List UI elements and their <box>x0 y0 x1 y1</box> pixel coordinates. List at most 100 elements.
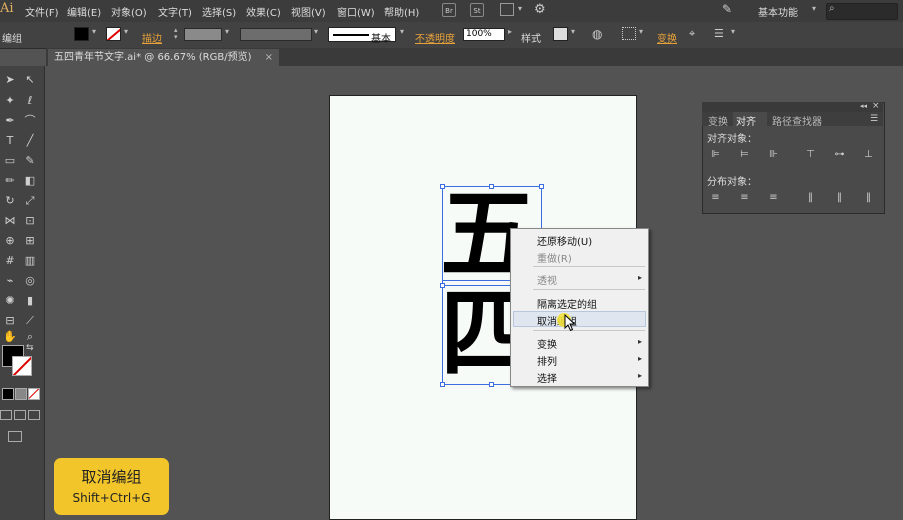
fill-color-swatch[interactable] <box>74 27 89 41</box>
graph-tool-icon[interactable]: ▮ <box>22 294 38 308</box>
align-right-icon[interactable]: ⊪ <box>767 148 780 161</box>
artboard-tool-icon[interactable]: ⊟ <box>2 314 18 328</box>
free-transform-tool-icon[interactable]: ⊡ <box>22 214 38 228</box>
draw-behind-icon[interactable] <box>14 410 26 420</box>
lasso-tool-icon[interactable]: ℓ <box>22 94 38 108</box>
hand-tool-icon[interactable]: ✋ <box>2 330 18 344</box>
rectangle-tool-icon[interactable]: ▭ <box>2 154 18 168</box>
panel-options-icon[interactable]: ☰ <box>714 27 724 40</box>
menu-file[interactable]: 文件(F) <box>25 4 59 19</box>
stroke-label[interactable]: 描边 <box>142 30 162 45</box>
line-tool-icon[interactable]: ╱ <box>22 134 38 148</box>
align-vertical-center-icon[interactable]: ⊶ <box>833 148 846 161</box>
stroke-color-swatch[interactable] <box>106 27 121 41</box>
magic-wand-tool-icon[interactable]: ✦ <box>2 94 18 108</box>
panel-tab-align[interactable]: 对齐 <box>736 113 756 128</box>
distribute-horizontal-center-icon[interactable]: ‖ <box>833 191 846 204</box>
menu-help[interactable]: 帮助(H) <box>384 4 419 19</box>
menu-window[interactable]: 窗口(W) <box>337 4 375 19</box>
menu-item-transform[interactable]: 变换 <box>537 336 557 351</box>
align-to-icon[interactable] <box>622 27 636 40</box>
transform-link[interactable]: 变换 <box>657 30 677 45</box>
eraser-tool-icon[interactable]: ◧ <box>22 174 38 188</box>
align-left-icon[interactable]: ⊫ <box>709 148 722 161</box>
resize-handle-top-left[interactable] <box>440 184 445 189</box>
align-bottom-icon[interactable]: ⊥ <box>862 148 875 161</box>
chevron-down-icon[interactable]: ▾ <box>92 27 96 36</box>
menu-view[interactable]: 视图(V) <box>291 4 326 19</box>
resize-handle-bottom-left[interactable] <box>440 382 445 387</box>
type-tool-icon[interactable]: T <box>2 134 18 148</box>
chevron-down-icon[interactable]: ▾ <box>639 27 643 36</box>
blend-tool-icon[interactable]: ◎ <box>22 274 38 288</box>
collapse-panel-icon[interactable]: ◂◂ <box>860 102 867 110</box>
align-top-icon[interactable]: ⊤ <box>804 148 817 161</box>
chevron-down-icon[interactable]: ▾ <box>225 27 229 36</box>
opacity-label[interactable]: 不透明度 <box>415 30 455 45</box>
eyedropper-tool-icon[interactable]: ⌁ <box>2 274 18 288</box>
chevron-down-icon[interactable]: ▾ <box>731 27 735 36</box>
screen-mode-icon[interactable] <box>8 431 22 442</box>
gpu-performance-icon[interactable]: ⚙ <box>534 2 546 17</box>
distribute-right-icon[interactable]: ‖ <box>862 191 875 204</box>
pen-tool-icon[interactable]: ✒ <box>2 114 18 128</box>
panel-tab-pathfinder[interactable]: 路径查找器 <box>772 113 822 128</box>
menu-edit[interactable]: 编辑(E) <box>67 4 101 19</box>
isolate-group-icon[interactable]: ⌖ <box>689 27 695 41</box>
align-horizontal-center-icon[interactable]: ⊨ <box>738 148 751 161</box>
chevron-down-icon[interactable]: ▾ <box>571 27 575 36</box>
swap-colors-icon[interactable]: ⇆ <box>26 343 34 353</box>
chevron-down-icon[interactable]: ▾ <box>812 4 816 13</box>
search-input[interactable] <box>826 3 898 20</box>
variable-width-profile[interactable] <box>240 28 312 41</box>
distribute-left-icon[interactable]: ‖ <box>804 191 817 204</box>
chevron-down-icon[interactable]: ▾ <box>314 27 318 36</box>
menu-type[interactable]: 文字(T) <box>158 4 192 19</box>
perspective-grid-tool-icon[interactable]: ⊞ <box>22 234 38 248</box>
symbol-sprayer-tool-icon[interactable]: ✺ <box>2 294 18 308</box>
stroke-color-box[interactable] <box>12 356 32 376</box>
rotate-tool-icon[interactable]: ↻ <box>2 194 18 208</box>
mesh-tool-icon[interactable]: # <box>2 254 18 268</box>
graphic-style-swatch[interactable] <box>553 27 568 41</box>
document-tab[interactable]: 五四青年节文字.ai* @ 66.67% (RGB/预览) × <box>48 49 280 66</box>
resize-handle-bottom[interactable] <box>489 382 494 387</box>
gradient-mode-icon[interactable] <box>15 388 27 400</box>
chevron-down-icon[interactable]: ▾ <box>518 4 522 13</box>
panel-menu-icon[interactable]: ☰ <box>870 114 878 124</box>
close-icon[interactable]: × <box>265 52 273 63</box>
slice-tool-icon[interactable]: ⟋ <box>22 314 38 328</box>
resize-handle-left[interactable] <box>440 283 445 288</box>
menu-select[interactable]: 选择(S) <box>202 4 236 19</box>
chevron-right-icon[interactable]: ▸ <box>508 27 512 36</box>
draw-inside-icon[interactable] <box>28 410 40 420</box>
bridge-button[interactable]: Br <box>442 3 456 17</box>
stroke-weight-field[interactable] <box>184 28 222 41</box>
stock-button[interactable]: St <box>470 3 484 17</box>
draw-normal-icon[interactable] <box>0 410 12 420</box>
width-tool-icon[interactable]: ⋈ <box>2 214 18 228</box>
pin-icon[interactable]: ✎ <box>722 2 732 16</box>
pencil-tool-icon[interactable]: ✏ <box>2 174 18 188</box>
zoom-tool-icon[interactable]: ⌕ <box>22 330 38 344</box>
distribute-vertical-center-icon[interactable]: ≡ <box>738 191 751 204</box>
curvature-tool-icon[interactable]: ⌒ <box>22 114 38 128</box>
opacity-field[interactable]: 100% <box>463 28 505 41</box>
selection-tool-icon[interactable]: ➤ <box>2 73 18 87</box>
direct-selection-tool-icon[interactable]: ↖ <box>22 73 38 87</box>
menu-effect[interactable]: 效果(C) <box>246 4 281 19</box>
chevron-down-icon[interactable]: ▾ <box>400 27 404 36</box>
distribute-top-icon[interactable]: ≡ <box>709 191 722 204</box>
chevron-down-icon[interactable]: ▾ <box>124 27 128 36</box>
workspace-switcher[interactable]: 基本功能 <box>758 4 798 19</box>
resize-handle-top-right[interactable] <box>539 184 544 189</box>
menu-item-undo-move[interactable]: 还原移动(U) <box>537 233 592 248</box>
color-mode-icon[interactable] <box>2 388 14 400</box>
menu-item-arrange[interactable]: 排列 <box>537 353 557 368</box>
scale-tool-icon[interactable]: ⤢ <box>22 194 38 208</box>
distribute-bottom-icon[interactable]: ≡ <box>767 191 780 204</box>
resize-handle-top[interactable] <box>489 184 494 189</box>
recolor-artwork-icon[interactable]: ◍ <box>592 27 602 41</box>
gradient-tool-icon[interactable]: ▥ <box>22 254 38 268</box>
close-icon[interactable]: × <box>872 101 880 111</box>
